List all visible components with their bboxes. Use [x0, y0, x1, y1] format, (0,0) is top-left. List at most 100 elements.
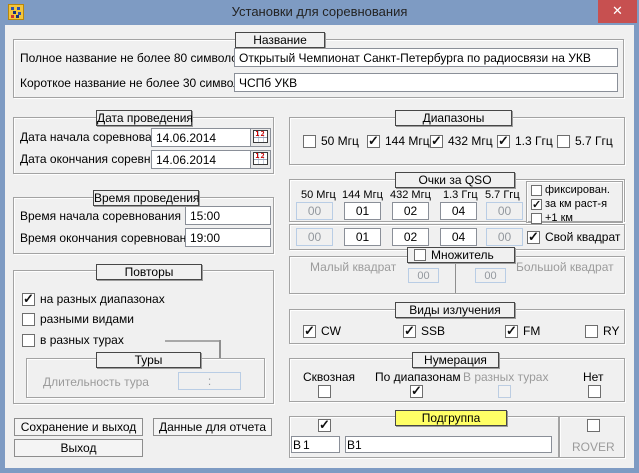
checkbox-box[interactable] — [367, 135, 380, 148]
checkbox-label: 5.7 Ггц — [575, 134, 613, 148]
start-date-calendar-button[interactable]: 12 — [250, 128, 271, 147]
modes-group-header: Виды излучения — [395, 302, 515, 318]
checkbox-box[interactable] — [22, 293, 35, 306]
connector-line — [165, 340, 220, 342]
short-name-label: Короткое название не более 30 символов — [20, 77, 253, 90]
multiplier-checkbox[interactable] — [414, 249, 426, 261]
checkbox-label: 144 Мгц — [385, 134, 430, 148]
checkbox-box[interactable] — [497, 135, 510, 148]
checkbox-band-144[interactable]: 144 Мгц — [367, 134, 430, 148]
qso-points-group-header: Очки за QSO — [395, 172, 515, 188]
qso-points-input-432[interactable] — [392, 202, 429, 220]
calendar-icon: 12 — [253, 152, 268, 165]
qso-square-input-432[interactable] — [392, 228, 429, 246]
qso-points-input-5700[interactable] — [486, 202, 523, 220]
checkbox-band-5700[interactable]: 5.7 Ггц — [557, 134, 613, 148]
end-date-calendar-button[interactable]: 12 — [250, 150, 271, 169]
checkbox-label: в разных турах — [40, 333, 124, 347]
qso-column-label: 50 Мгц — [301, 189, 336, 202]
checkbox-box[interactable] — [531, 199, 542, 210]
checkbox-label: фиксирован. — [545, 184, 610, 196]
qso-points-input-144[interactable] — [344, 202, 381, 220]
qso-square-input-144[interactable] — [344, 228, 381, 246]
checkbox-label: за км раст-я — [545, 198, 607, 210]
subgroup-name-input[interactable] — [345, 436, 552, 453]
checkbox-mode-cw[interactable]: CW — [303, 324, 341, 338]
exit-button[interactable]: Выход — [14, 439, 143, 457]
small-square-input[interactable] — [408, 268, 439, 283]
checkbox-different-bands[interactable]: на разных диапазонах — [22, 292, 165, 306]
checkbox-plus-1km[interactable]: +1 км — [531, 212, 610, 224]
qso-square-input-5700[interactable] — [486, 228, 523, 246]
close-button[interactable]: ✕ — [598, 0, 637, 23]
qso-column-label: 432 Мгц — [390, 189, 431, 202]
checkbox-label: 1.3 Ггц — [515, 134, 553, 148]
checkbox-box[interactable] — [557, 135, 570, 148]
full-name-label: Полное название не более 80 символов — [20, 52, 244, 65]
checkbox-band-50[interactable]: 50 Мгц — [303, 134, 359, 148]
window-title: Установки для соревнования — [0, 4, 639, 19]
numbering-by-tour-label: В разных турах — [463, 371, 548, 384]
checkbox-numbering-none[interactable] — [588, 385, 601, 398]
checkbox-box[interactable] — [531, 185, 542, 196]
checkbox-box[interactable] — [527, 231, 540, 244]
date-group-header: Дата проведения — [96, 110, 192, 126]
subgroup-code-input[interactable] — [291, 436, 340, 453]
checkbox-mode-ry[interactable]: RY — [585, 324, 619, 338]
checkbox-label: Свой квадрат — [545, 230, 620, 244]
checkbox-box[interactable] — [22, 313, 35, 326]
checkbox-different-tours[interactable]: в разных турах — [22, 333, 124, 347]
short-name-input[interactable] — [234, 73, 618, 92]
full-name-input[interactable] — [234, 48, 618, 67]
checkbox-label: 432 Мгц — [448, 134, 493, 148]
qso-points-input-50[interactable] — [296, 202, 333, 220]
calendar-icon: 12 — [253, 130, 268, 143]
checkbox-box[interactable] — [403, 325, 416, 338]
checkbox-own-square[interactable]: Свой квадрат — [527, 230, 620, 244]
tour-duration-label: Длительность тура — [43, 376, 149, 389]
qso-square-input-1300[interactable] — [440, 228, 477, 246]
checkbox-fixed[interactable]: фиксирован. — [531, 184, 610, 196]
multiplier-group-header: Множитель — [407, 247, 515, 263]
qso-points-input-1300[interactable] — [440, 202, 477, 220]
qso-column-label: 5.7 Ггц — [485, 189, 520, 202]
qso-column-label: 144 Мгц — [342, 189, 383, 202]
checkbox-mode-ssb[interactable]: SSB — [403, 324, 445, 338]
checkbox-label: на разных диапазонах — [40, 292, 165, 306]
save-exit-button[interactable]: Сохранение и выход — [14, 418, 143, 436]
checkbox-box[interactable] — [430, 135, 443, 148]
checkbox-numbering-by-band[interactable] — [410, 385, 423, 398]
subgroup-enable-checkbox[interactable] — [318, 419, 331, 432]
qso-options: фиксирован. за км раст-я +1 км — [528, 182, 613, 226]
checkbox-numbering-by-tour[interactable] — [498, 385, 511, 398]
checkbox-box[interactable] — [505, 325, 518, 338]
checkbox-label: RY — [603, 324, 619, 338]
report-data-button[interactable]: Данные для отчета — [153, 418, 272, 436]
start-time-input[interactable] — [185, 206, 271, 225]
multiplier-header-label: Множитель — [431, 248, 494, 262]
qso-square-input-50[interactable] — [296, 228, 333, 246]
checkbox-band-432[interactable]: 432 Мгц — [430, 134, 493, 148]
end-time-input[interactable] — [185, 228, 271, 247]
checkbox-different-modes[interactable]: разными видами — [22, 312, 134, 326]
qso-column-label: 1.3 Ггц — [443, 189, 478, 202]
checkbox-box[interactable] — [303, 135, 316, 148]
checkbox-box[interactable] — [303, 325, 316, 338]
checkbox-box[interactable] — [531, 213, 542, 224]
big-square-label: Большой квадрат — [516, 261, 614, 274]
checkbox-numbering-through[interactable] — [318, 385, 331, 398]
time-group-header: Время проведения — [93, 190, 199, 206]
tour-duration-input[interactable] — [178, 372, 241, 390]
big-square-input[interactable] — [475, 268, 506, 283]
bands-group-header: Диапазоны — [395, 110, 512, 126]
checkbox-per-km[interactable]: за км раст-я — [531, 198, 610, 210]
checkbox-box[interactable] — [22, 334, 35, 347]
checkbox-mode-fm[interactable]: FM — [505, 324, 540, 338]
close-icon: ✕ — [612, 3, 623, 18]
rover-checkbox[interactable] — [587, 419, 600, 432]
checkbox-box[interactable] — [585, 325, 598, 338]
checkbox-band-1300[interactable]: 1.3 Ггц — [497, 134, 553, 148]
tours-group-header: Туры — [96, 352, 201, 368]
checkbox-label: CW — [321, 324, 341, 338]
start-date-label: Дата начала соревнования — [20, 131, 171, 144]
